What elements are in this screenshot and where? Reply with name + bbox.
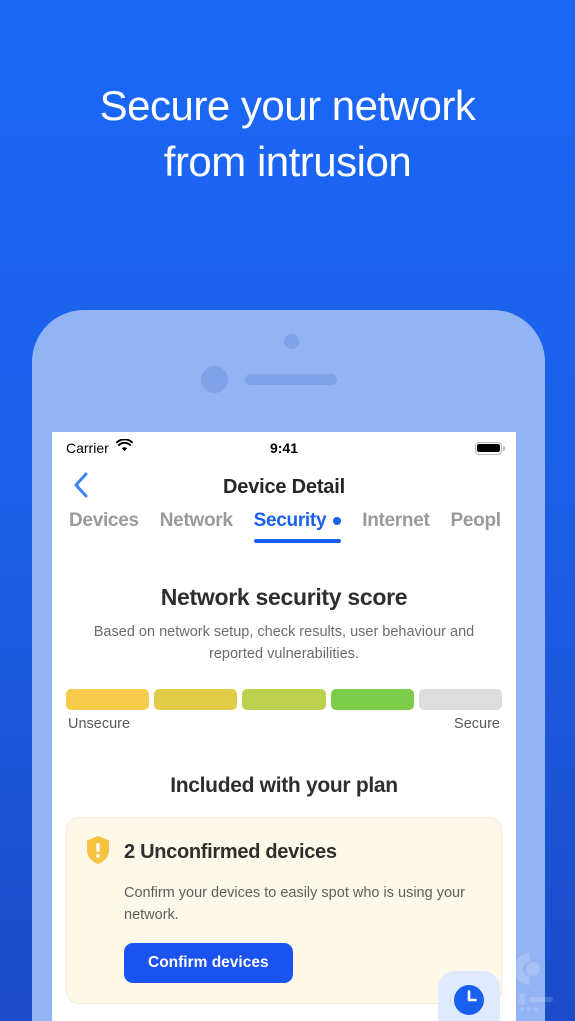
phone-speaker-grille [245,374,337,385]
score-segment-3 [242,689,326,710]
score-meter [66,689,503,710]
tab-internet-label: Internet [362,510,430,531]
tab-people[interactable]: Peopl [450,510,502,543]
status-bar-left: Carrier [66,438,133,457]
chevron-left-icon [73,472,89,503]
tab-devices-label: Devices [69,510,139,531]
tab-network[interactable]: Network [160,510,233,543]
hero-line-1: Secure your network [99,82,476,129]
score-label-unsecure: Unsecure [68,716,131,732]
plan-section-title: Included with your plan [170,774,398,797]
back-button[interactable] [64,470,98,504]
battery-fill [477,443,500,453]
status-bar-right [475,441,506,455]
clock-icon [453,984,485,1021]
tab-people-label: Peopl [450,510,502,531]
tab-bar: Devices Network Security Internet Peopl [52,510,516,560]
tab-security-label: Security [253,510,327,531]
phone-camera-icon [201,366,228,393]
hero-line-2: from intrusion [163,138,412,185]
card-title: 2 Unconfirmed devices [124,841,337,863]
unconfirmed-devices-card: 2 Unconfirmed devices Confirm your devic… [66,817,502,1004]
score-segment-5 [418,689,503,710]
confirm-devices-button[interactable]: Confirm devices [124,943,293,983]
shield-alert-icon [85,835,111,870]
score-segment-2 [154,689,238,710]
score-scale-labels: Unsecure Secure [68,716,500,732]
battery-full-icon [475,441,506,455]
carrier-label: Carrier [66,440,109,456]
promo-screenshot: Secure your network from intrusion Carri… [0,0,575,1021]
phone-sensor-icon [284,334,299,349]
score-segment-4 [330,689,414,710]
hero-headline: Secure your network from intrusion [0,78,575,190]
score-label-secure: Secure [454,716,500,732]
card-header: 2 Unconfirmed devices [85,835,483,870]
tab-network-label: Network [159,510,233,531]
clock-chip-button[interactable] [438,971,500,1021]
wifi-icon [115,438,133,457]
score-subtitle: Based on network setup, check results, u… [93,624,475,662]
status-bar: Carrier 9:41 [52,432,516,464]
score-title: Network security score [160,584,408,610]
score-segment-1 [66,689,150,710]
tab-security[interactable]: Security [253,510,342,543]
page-title: Device Detail [223,475,345,498]
tab-devices[interactable]: Devices [69,510,139,543]
card-description: Confirm your devices to easily spot who … [124,885,465,923]
phone-screen: Carrier 9:41 Device Detail Devices Netwo… [52,432,516,1021]
tab-internet[interactable]: Internet [362,510,430,543]
nav-bar: Device Detail [52,464,516,510]
tab-security-dot-icon [333,517,342,525]
